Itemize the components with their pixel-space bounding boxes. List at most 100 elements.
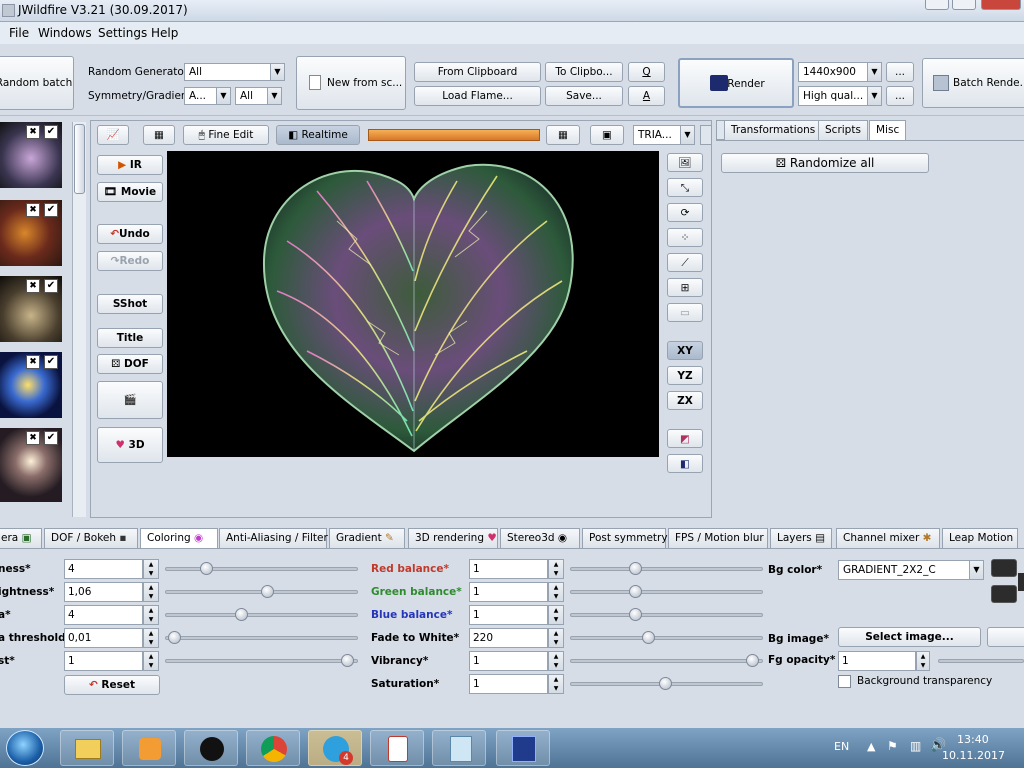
render-button[interactable]: Render xyxy=(678,58,794,108)
randomize-all-button[interactable]: ⚄ Randomize all xyxy=(721,153,929,173)
fine-edit-button[interactable]: 🖱 Fine Edit xyxy=(183,125,269,145)
slider-knob[interactable] xyxy=(629,608,643,621)
coloring-value-field[interactable]: 4 xyxy=(64,605,143,625)
tab-leap-motion[interactable]: Leap Motion xyxy=(942,528,1018,548)
value-slider[interactable] xyxy=(165,613,358,617)
slider-knob[interactable] xyxy=(341,654,355,667)
reset-button[interactable]: ↶ Reset xyxy=(64,675,160,695)
bg-color-select[interactable]: GRADIENT_2X2_C ▼ xyxy=(838,560,984,580)
show-hidden-icons-icon[interactable]: ▲ xyxy=(867,740,875,753)
line-icon[interactable]: ⟋ xyxy=(667,253,703,272)
slider-knob[interactable] xyxy=(746,654,760,667)
taskbar-notepad[interactable] xyxy=(432,730,486,766)
value-spinner[interactable]: ▲ ▼ xyxy=(143,582,159,602)
tab-anti-aliasing[interactable]: Anti-Aliasing / Filter xyxy=(219,528,328,548)
value-spinner[interactable]: ▲ ▼ xyxy=(548,628,564,648)
value-spinner[interactable]: ▲ ▼ xyxy=(548,605,564,625)
maximize-button[interactable] xyxy=(952,0,976,10)
toolbar-scroll[interactable] xyxy=(700,125,712,145)
tab-gradient[interactable]: Gradient ✎ xyxy=(329,528,405,548)
value-slider[interactable] xyxy=(165,659,358,663)
taskbar-chrome[interactable] xyxy=(246,730,300,766)
bg-color-swatch-2[interactable] xyxy=(991,585,1017,603)
zx-button[interactable]: ZX xyxy=(667,391,703,410)
close-icon[interactable]: ✖ xyxy=(26,203,40,217)
value-spinner[interactable]: ▲ ▼ xyxy=(548,582,564,602)
select-image-button[interactable]: Select image... xyxy=(838,627,981,647)
coloring-value-field[interactable]: 4 xyxy=(64,559,143,579)
quality-options-button[interactable]: ... xyxy=(886,86,914,106)
batch-render-button[interactable]: Batch Rende... xyxy=(922,58,1024,108)
fg-opacity-slider[interactable] xyxy=(938,659,1024,663)
checkbox-icon[interactable]: ✔ xyxy=(44,279,58,293)
clapper-button[interactable]: 🎬 xyxy=(97,381,163,419)
taskbar-telegram[interactable]: 4 xyxy=(308,730,362,766)
value-spinner[interactable]: ▲ ▼ xyxy=(548,559,564,579)
tab-3d-rendering[interactable]: 3D rendering ♥ xyxy=(408,528,498,548)
menu-settings[interactable]: Settings xyxy=(98,26,147,40)
image-icon[interactable]: 🖼 xyxy=(667,153,703,172)
random-batch-button[interactable]: Random batch xyxy=(0,56,74,110)
slider-knob[interactable] xyxy=(629,585,643,598)
value-slider[interactable] xyxy=(570,659,763,663)
load-flame-button[interactable]: Load Flame... xyxy=(414,86,541,106)
tab-dof-bokeh[interactable]: DOF / Bokeh ▪ xyxy=(44,528,138,548)
value-spinner[interactable]: ▲ ▼ xyxy=(143,651,159,671)
slider-knob[interactable] xyxy=(199,562,213,575)
close-button[interactable] xyxy=(981,0,1021,10)
resolution-select[interactable]: 1440x900 ▼ xyxy=(798,62,882,82)
tab-layers[interactable]: Layers ▤ xyxy=(770,528,832,548)
value-spinner[interactable]: ▲ ▼ xyxy=(143,559,159,579)
value-slider[interactable] xyxy=(570,613,763,617)
language-indicator[interactable]: EN xyxy=(834,740,849,753)
taskbar-media-player[interactable] xyxy=(122,730,176,766)
tab-post-symmetry[interactable]: Post symmetry xyxy=(582,528,668,548)
close-icon[interactable]: ✖ xyxy=(26,125,40,139)
frame-icon[interactable]: ▣ xyxy=(590,125,624,145)
slider-knob[interactable] xyxy=(261,585,275,598)
quality-select[interactable]: High qual... ▼ xyxy=(798,86,882,106)
value-slider[interactable] xyxy=(570,590,763,594)
coloring-value-field[interactable]: 1 xyxy=(64,651,143,671)
yz-button[interactable]: YZ xyxy=(667,366,703,385)
value-slider[interactable] xyxy=(165,567,358,571)
coloring-value-field[interactable]: 1,06 xyxy=(64,582,143,602)
new-from-script-button[interactable]: New from sc... xyxy=(296,56,406,110)
save-button[interactable]: Save... xyxy=(545,86,623,106)
scrollbar-thumb[interactable] xyxy=(74,124,85,194)
ir-button[interactable]: ▶ IR xyxy=(97,155,163,175)
thumbnail-3[interactable]: ✖ ✔ xyxy=(0,276,62,344)
slider-knob[interactable] xyxy=(642,631,656,644)
chart-icon[interactable]: 📈 xyxy=(97,125,129,145)
value-spinner[interactable]: ▲ ▼ xyxy=(548,674,564,694)
clock-time[interactable]: 13:40 xyxy=(957,733,989,746)
minimize-button[interactable] xyxy=(925,0,949,10)
bookmark-icon[interactable]: ◩ xyxy=(667,429,703,448)
taskbar-java[interactable] xyxy=(370,730,424,766)
thumbnail-1[interactable]: ✖ ✔ xyxy=(0,122,62,190)
realtime-button[interactable]: ◧ Realtime xyxy=(276,125,360,145)
fg-opacity-field[interactable]: 1 xyxy=(838,651,916,671)
transform-icon[interactable]: ⤡ xyxy=(667,178,703,197)
resolution-options-button[interactable]: ... xyxy=(886,62,914,82)
tab-transformations[interactable]: Transformations xyxy=(724,120,823,140)
thumbnail-scrollbar[interactable] xyxy=(72,122,86,517)
thumbnail-4[interactable]: ✖ ✔ xyxy=(0,352,62,420)
network-icon[interactable]: ▥ xyxy=(910,739,921,753)
taskbar-app-owl[interactable] xyxy=(184,730,238,766)
symmetry-select[interactable]: A... ▼ xyxy=(184,87,231,105)
coloring-value-field[interactable]: 1 xyxy=(469,559,548,579)
taskbar-explorer[interactable] xyxy=(60,730,114,766)
thumbnail-2[interactable]: ✖ ✔ xyxy=(0,200,62,268)
bg-transparency-checkbox[interactable] xyxy=(838,675,851,688)
to-clipboard-button[interactable]: To Clipbo... xyxy=(545,62,623,82)
grid-points-icon[interactable]: ⊞ xyxy=(667,278,703,297)
value-spinner[interactable]: ▲ ▼ xyxy=(143,605,159,625)
disabled-icon[interactable]: ▭ xyxy=(667,303,703,322)
action-center-icon[interactable]: ⚑ xyxy=(887,739,898,753)
slider-knob[interactable] xyxy=(629,562,643,575)
thumbnail-5[interactable]: ✖ ✔ xyxy=(0,428,62,504)
coloring-value-field[interactable]: 1 xyxy=(469,674,548,694)
title-button[interactable]: Title xyxy=(97,328,163,348)
tab-misc[interactable]: Misc xyxy=(869,120,907,140)
